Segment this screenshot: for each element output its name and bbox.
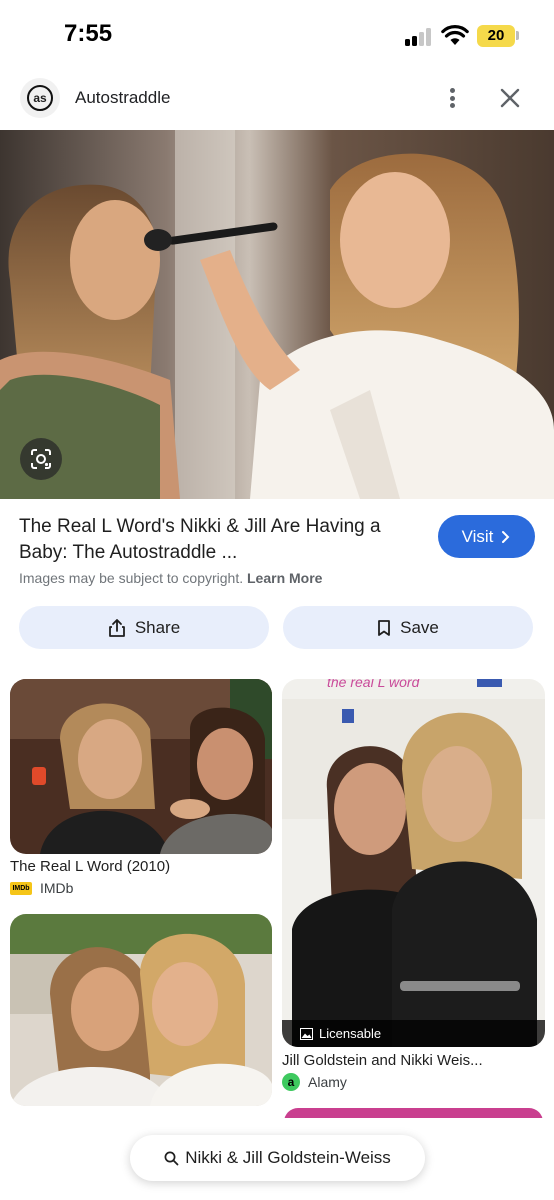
wifi-icon: [441, 25, 469, 45]
related-source[interactable]: IMDb IMDb: [10, 880, 73, 896]
related-source-name: Alamy: [308, 1074, 347, 1090]
site-name[interactable]: Autostraddle: [75, 88, 170, 108]
copyright-notice: Images may be subject to copyright. Lear…: [19, 570, 322, 586]
related-title[interactable]: The Real L Word (2010): [10, 858, 170, 875]
imdb-icon: IMDb: [10, 881, 32, 895]
lens-icon: [31, 449, 51, 469]
related-photo: the real L word: [282, 679, 545, 1047]
related-image-tile[interactable]: the real L word: [282, 679, 545, 1047]
share-button[interactable]: Share: [19, 606, 269, 649]
chevron-right-icon: [502, 530, 510, 543]
licensable-label: Licensable: [319, 1026, 382, 1041]
cellular-signal-icon: [405, 28, 431, 46]
related-source-name: IMDb: [40, 880, 74, 896]
site-logo-mark: as: [27, 85, 53, 111]
close-icon[interactable]: [498, 86, 522, 110]
related-image-tile[interactable]: [10, 914, 272, 1106]
more-options-icon[interactable]: [440, 84, 464, 112]
result-header: as Autostraddle: [0, 72, 554, 128]
hero-photo: [0, 130, 554, 499]
related-title[interactable]: Jill Goldstein and Nikki Weis...: [282, 1052, 483, 1069]
hero-image[interactable]: [0, 130, 554, 499]
visit-button[interactable]: Visit: [438, 515, 535, 558]
status-bar: 7:55 20: [0, 0, 554, 72]
site-logo[interactable]: as: [20, 78, 60, 118]
related-photo: [10, 914, 272, 1106]
related-image-tile[interactable]: [10, 679, 272, 854]
copyright-text: Images may be subject to copyright.: [19, 570, 244, 586]
share-label: Share: [134, 617, 181, 637]
image-icon: [300, 1027, 313, 1040]
alamy-icon: a: [282, 1073, 300, 1091]
related-source[interactable]: a Alamy: [282, 1073, 347, 1091]
result-title[interactable]: The Real L Word's Nikki & Jill Are Havin…: [19, 514, 419, 566]
lens-search-button[interactable]: [20, 438, 62, 480]
search-icon: [164, 1151, 179, 1165]
bookmark-icon: [378, 619, 391, 636]
search-query-text: Nikki & Jill Goldstein-Weiss: [185, 1148, 391, 1167]
search-query-pill[interactable]: Nikki & Jill Goldstein-Weiss: [130, 1135, 425, 1181]
share-icon: [108, 618, 125, 637]
visit-label: Visit: [461, 526, 494, 546]
battery-indicator: 20: [477, 25, 515, 47]
banner-text: the real L word: [327, 679, 421, 690]
related-photo: [10, 679, 272, 854]
save-button[interactable]: Save: [283, 606, 533, 649]
licensable-badge: Licensable: [282, 1020, 545, 1047]
save-label: Save: [400, 617, 439, 637]
learn-more-link[interactable]: Learn More: [247, 570, 322, 586]
status-time: 7:55: [64, 20, 113, 47]
battery-nub: [516, 31, 519, 40]
